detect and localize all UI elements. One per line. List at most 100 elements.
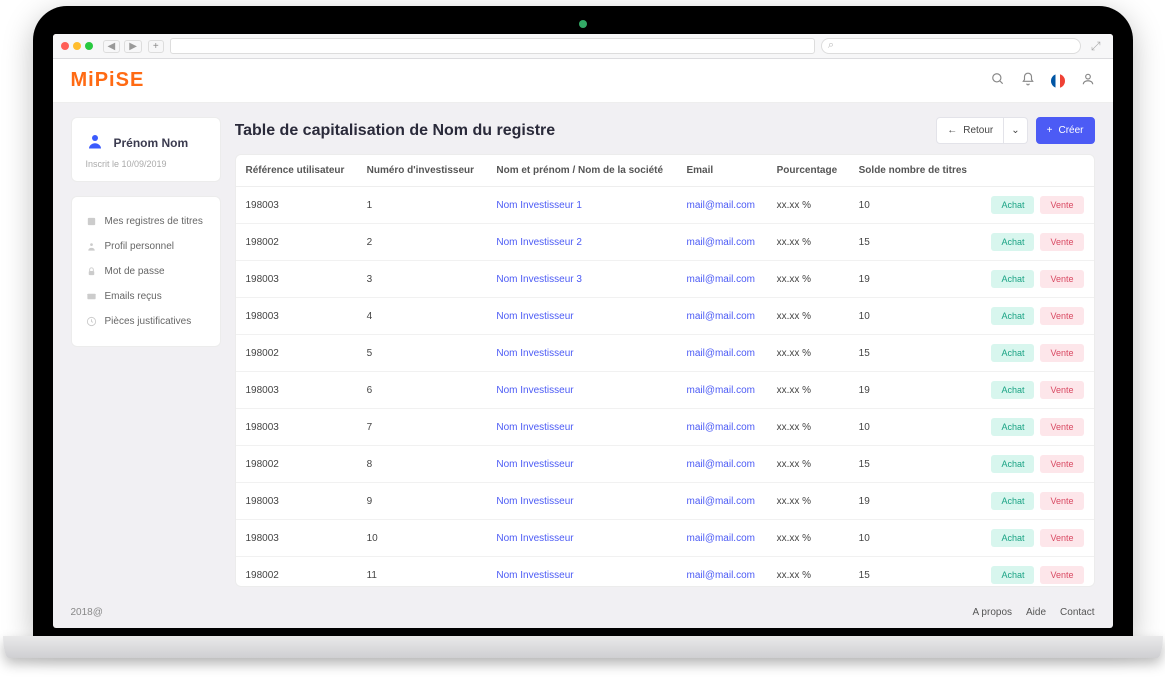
vente-button[interactable]: Vente: [1040, 418, 1083, 436]
footer-help[interactable]: Aide: [1026, 607, 1046, 618]
email-link[interactable]: mail@mail.com: [686, 348, 755, 359]
table-row: 19800211Nom Investisseurmail@mail.comxx.…: [236, 557, 1094, 588]
email-link[interactable]: mail@mail.com: [686, 459, 755, 470]
vente-button[interactable]: Vente: [1040, 455, 1083, 473]
achat-button[interactable]: Achat: [991, 418, 1034, 436]
investor-link[interactable]: Nom Investisseur 3: [496, 274, 582, 285]
user-icon[interactable]: [1081, 72, 1095, 89]
investor-link[interactable]: Nom Investisseur: [496, 385, 573, 396]
achat-button[interactable]: Achat: [991, 566, 1034, 584]
cell-email: mail@mail.com: [676, 335, 766, 372]
flag-fr-icon[interactable]: [1051, 74, 1065, 88]
investor-link[interactable]: Nom Investisseur: [496, 533, 573, 544]
minimize-window[interactable]: [73, 42, 81, 50]
registers-icon: [86, 216, 97, 227]
vente-button[interactable]: Vente: [1040, 196, 1083, 214]
vente-button[interactable]: Vente: [1040, 381, 1083, 399]
sidebar: Prénom Nom Inscrit le 10/09/2019 Mes reg…: [71, 117, 221, 587]
close-window[interactable]: [61, 42, 69, 50]
th-num: Numéro d'investisseur: [357, 155, 487, 187]
cell-name: Nom Investisseur: [486, 520, 676, 557]
logo[interactable]: MiPiSE: [71, 69, 145, 92]
sidebar-item-profil[interactable]: Profil personnel: [72, 234, 220, 259]
sidebar-item-label: Profil personnel: [105, 241, 174, 252]
vente-button[interactable]: Vente: [1040, 270, 1083, 288]
footer-contact[interactable]: Contact: [1060, 607, 1094, 618]
sidebar-item-emails[interactable]: Emails reçus: [72, 284, 220, 309]
investor-link[interactable]: Nom Investisseur 2: [496, 237, 582, 248]
sidebar-item-mdp[interactable]: Mot de passe: [72, 259, 220, 284]
achat-button[interactable]: Achat: [991, 381, 1034, 399]
achat-button[interactable]: Achat: [991, 270, 1034, 288]
profile-icon: [86, 241, 97, 252]
achat-button[interactable]: Achat: [991, 492, 1034, 510]
arrow-left-icon: ←: [947, 125, 957, 136]
search-icon[interactable]: [991, 72, 1005, 89]
sidebar-item-registres[interactable]: Mes registres de titres: [72, 209, 220, 234]
cell-pct: xx.xx %: [767, 483, 849, 520]
investor-link[interactable]: Nom Investisseur 1: [496, 200, 582, 211]
new-tab-button[interactable]: +: [148, 40, 164, 53]
cell-actions: Achat Vente: [979, 261, 1093, 298]
browser-search[interactable]: [821, 38, 1081, 54]
achat-button[interactable]: Achat: [991, 307, 1034, 325]
email-link[interactable]: mail@mail.com: [686, 422, 755, 433]
main: Table de capitalisation de Nom du regist…: [235, 117, 1095, 587]
cell-num: 9: [357, 483, 487, 520]
cell-actions: Achat Vente: [979, 446, 1093, 483]
email-link[interactable]: mail@mail.com: [686, 533, 755, 544]
email-link[interactable]: mail@mail.com: [686, 496, 755, 507]
footer-about[interactable]: A propos: [973, 607, 1012, 618]
investor-link[interactable]: Nom Investisseur: [496, 348, 573, 359]
achat-button[interactable]: Achat: [991, 233, 1034, 251]
creer-label: Créer: [1058, 125, 1083, 136]
fullscreen-button[interactable]: ⤢: [1087, 39, 1105, 54]
retour-dropdown[interactable]: ⌄: [1004, 117, 1027, 144]
email-link[interactable]: mail@mail.com: [686, 200, 755, 211]
maximize-window[interactable]: [85, 42, 93, 50]
url-bar[interactable]: [170, 38, 815, 54]
email-link[interactable]: mail@mail.com: [686, 385, 755, 396]
vente-button[interactable]: Vente: [1040, 529, 1083, 547]
bell-icon[interactable]: [1021, 72, 1035, 89]
sidebar-item-pieces[interactable]: Pièces justificatives: [72, 309, 220, 334]
investor-link[interactable]: Nom Investisseur: [496, 311, 573, 322]
cell-pct: xx.xx %: [767, 520, 849, 557]
email-link[interactable]: mail@mail.com: [686, 237, 755, 248]
cell-email: mail@mail.com: [676, 298, 766, 335]
email-link[interactable]: mail@mail.com: [686, 311, 755, 322]
cell-actions: Achat Vente: [979, 372, 1093, 409]
cell-num: 5: [357, 335, 487, 372]
cap-table: Référence utilisateur Numéro d'investiss…: [236, 155, 1094, 587]
cell-ref: 198003: [236, 298, 357, 335]
cell-num: 8: [357, 446, 487, 483]
achat-button[interactable]: Achat: [991, 344, 1034, 362]
achat-button[interactable]: Achat: [991, 455, 1034, 473]
lock-icon: [86, 266, 97, 277]
retour-button[interactable]: ← Retour: [936, 117, 1004, 144]
vente-button[interactable]: Vente: [1040, 492, 1083, 510]
forward-button[interactable]: ▶: [124, 40, 142, 53]
mail-icon: [86, 291, 97, 302]
investor-link[interactable]: Nom Investisseur: [496, 459, 573, 470]
vente-button[interactable]: Vente: [1040, 233, 1083, 251]
profile-joined: Inscrit le 10/09/2019: [86, 159, 206, 169]
cell-ref: 198003: [236, 483, 357, 520]
investor-link[interactable]: Nom Investisseur: [496, 422, 573, 433]
window-controls: [61, 42, 93, 50]
achat-button[interactable]: Achat: [991, 196, 1034, 214]
email-link[interactable]: mail@mail.com: [686, 274, 755, 285]
creer-button[interactable]: + Créer: [1036, 117, 1095, 144]
vente-button[interactable]: Vente: [1040, 344, 1083, 362]
vente-button[interactable]: Vente: [1040, 307, 1083, 325]
cell-email: mail@mail.com: [676, 409, 766, 446]
table-row: 1980031Nom Investisseur 1mail@mail.comxx…: [236, 187, 1094, 224]
email-link[interactable]: mail@mail.com: [686, 570, 755, 581]
achat-button[interactable]: Achat: [991, 529, 1034, 547]
vente-button[interactable]: Vente: [1040, 566, 1083, 584]
cell-ref: 198002: [236, 224, 357, 261]
investor-link[interactable]: Nom Investisseur: [496, 496, 573, 507]
investor-link[interactable]: Nom Investisseur: [496, 570, 573, 581]
back-button[interactable]: ◀: [103, 40, 121, 53]
cell-num: 2: [357, 224, 487, 261]
